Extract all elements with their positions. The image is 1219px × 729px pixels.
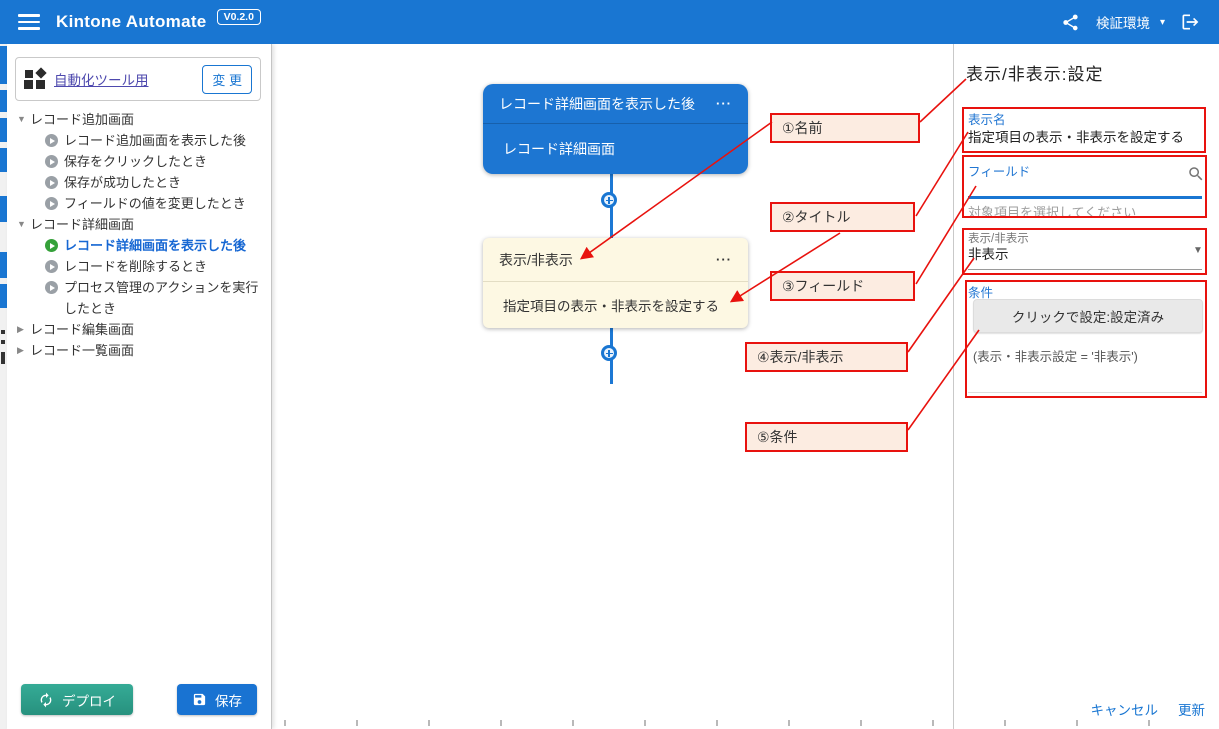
- app-header: Kintone Automate V0.2.0 検証環境 ▾: [0, 0, 1219, 44]
- screen-edge-artifact: [0, 44, 7, 729]
- caret-right-icon: ▶: [17, 319, 30, 340]
- tree-group-label: レコード編集画面: [30, 319, 271, 340]
- save-button[interactable]: 保存: [177, 684, 257, 715]
- tree-item-save-clicked[interactable]: 保存をクリックしたとき: [17, 151, 271, 172]
- node-menu-icon[interactable]: ···: [716, 252, 732, 267]
- action-node-title: 表示/非表示: [499, 250, 573, 270]
- sidebar: 自動化ツール用 変 更 ▼ レコード追加画面 レコード追加画面を表示した後 保存…: [7, 44, 272, 729]
- trigger-tree: ▼ レコード追加画面 レコード追加画面を表示した後 保存をクリックしたとき 保存…: [7, 109, 271, 361]
- tree-group-record-edit[interactable]: ▶ レコード編集画面: [17, 319, 271, 340]
- kintone-app-icon: [24, 68, 46, 90]
- highlight-rect-visibility: [962, 228, 1207, 275]
- play-icon: [45, 260, 58, 273]
- share-icon[interactable]: [1060, 11, 1082, 33]
- highlight-rect-display-name: [962, 107, 1206, 153]
- save-button-label: 保存: [215, 690, 242, 710]
- update-link[interactable]: 更新: [1178, 699, 1205, 719]
- app-link[interactable]: 自動化ツール用: [54, 69, 194, 89]
- play-icon: [45, 197, 58, 210]
- flow-node-trigger[interactable]: レコード詳細画面を表示した後 ··· レコード詳細画面: [483, 84, 748, 174]
- annotation-1-name: ①名前: [770, 113, 920, 143]
- tree-item-field-changed[interactable]: フィールドの値を変更したとき: [17, 193, 271, 214]
- play-icon: [45, 281, 58, 294]
- tree-group-record-detail[interactable]: ▼ レコード詳細画面: [17, 214, 271, 235]
- tree-item-label: レコードを削除するとき: [64, 256, 271, 277]
- add-step-button[interactable]: [601, 345, 617, 361]
- flow-node-action[interactable]: 表示/非表示 ··· 指定項目の表示・非表示を設定する: [483, 238, 748, 328]
- deploy-button[interactable]: デプロイ: [21, 684, 133, 715]
- play-icon: [45, 176, 58, 189]
- tree-item-label: プロセス管理のアクションを実行したとき: [64, 277, 271, 319]
- tree-item-detail-shown-active[interactable]: レコード詳細画面を表示した後: [17, 235, 271, 256]
- tree-item-save-success[interactable]: 保存が成功したとき: [17, 172, 271, 193]
- tree-group-label: レコード詳細画面: [30, 214, 271, 235]
- tree-group-record-add[interactable]: ▼ レコード追加画面: [17, 109, 271, 130]
- annotation-4-visibility: ④表示/非表示: [745, 342, 908, 372]
- trigger-node-subtitle: レコード詳細画面: [503, 139, 615, 159]
- cancel-link[interactable]: キャンセル: [1091, 699, 1159, 719]
- highlight-rect-field: [962, 155, 1207, 218]
- panel-footer-links: キャンセル 更新: [1091, 699, 1206, 719]
- play-icon-active: [45, 239, 58, 252]
- trigger-node-title: レコード詳細画面を表示した後: [499, 94, 695, 114]
- tree-item-record-delete[interactable]: レコードを削除するとき: [17, 256, 271, 277]
- kintone-automate-app: Kintone Automate V0.2.0 検証環境 ▾ 自動化ツ: [0, 0, 1219, 729]
- sync-icon: [38, 692, 54, 708]
- environment-selector[interactable]: 検証環境: [1096, 12, 1150, 32]
- tree-item-label: 保存が成功したとき: [64, 172, 271, 193]
- tree-item-label: レコード詳細画面を表示した後: [64, 235, 271, 256]
- tree-group-label: レコード追加画面: [30, 109, 271, 130]
- annotation-3-field: ③フィールド: [770, 271, 915, 301]
- sidebar-actions: デプロイ 保存: [7, 684, 271, 715]
- tree-item-label: フィールドの値を変更したとき: [64, 193, 271, 214]
- caret-right-icon: ▶: [17, 340, 30, 361]
- chevron-down-icon[interactable]: ▾: [1160, 17, 1165, 28]
- hamburger-menu-icon[interactable]: [18, 14, 40, 30]
- play-icon: [45, 134, 58, 147]
- tree-group-record-list[interactable]: ▶ レコード一覧画面: [17, 340, 271, 361]
- tree-item-label: 保存をクリックしたとき: [64, 151, 271, 172]
- node-menu-icon[interactable]: ···: [716, 96, 732, 111]
- action-node-subtitle: 指定項目の表示・非表示を設定する: [503, 295, 719, 315]
- caret-down-icon: ▼: [17, 109, 30, 130]
- add-step-button[interactable]: [601, 192, 617, 208]
- version-badge: V0.2.0: [217, 9, 261, 25]
- bottom-ruler-ticks: [284, 720, 1158, 726]
- save-icon: [192, 692, 207, 707]
- tree-item-label: レコード追加画面を表示した後: [64, 130, 271, 151]
- annotation-5-condition: ⑤条件: [745, 422, 908, 452]
- tree-item-add-shown[interactable]: レコード追加画面を表示した後: [17, 130, 271, 151]
- deploy-button-label: デプロイ: [62, 690, 116, 710]
- app-title: Kintone Automate: [56, 12, 207, 32]
- panel-title: 表示/非表示:設定: [966, 60, 1103, 85]
- change-app-button[interactable]: 変 更: [202, 65, 252, 94]
- tree-item-process-action[interactable]: プロセス管理のアクションを実行したとき: [17, 277, 271, 319]
- play-icon: [45, 155, 58, 168]
- tree-group-label: レコード一覧画面: [30, 340, 271, 361]
- annotation-2-title: ②タイトル: [770, 202, 915, 232]
- caret-down-icon: ▼: [17, 214, 30, 235]
- app-selector-box: 自動化ツール用 変 更: [15, 57, 261, 101]
- logout-icon[interactable]: [1179, 11, 1201, 33]
- highlight-rect-condition: [965, 280, 1207, 398]
